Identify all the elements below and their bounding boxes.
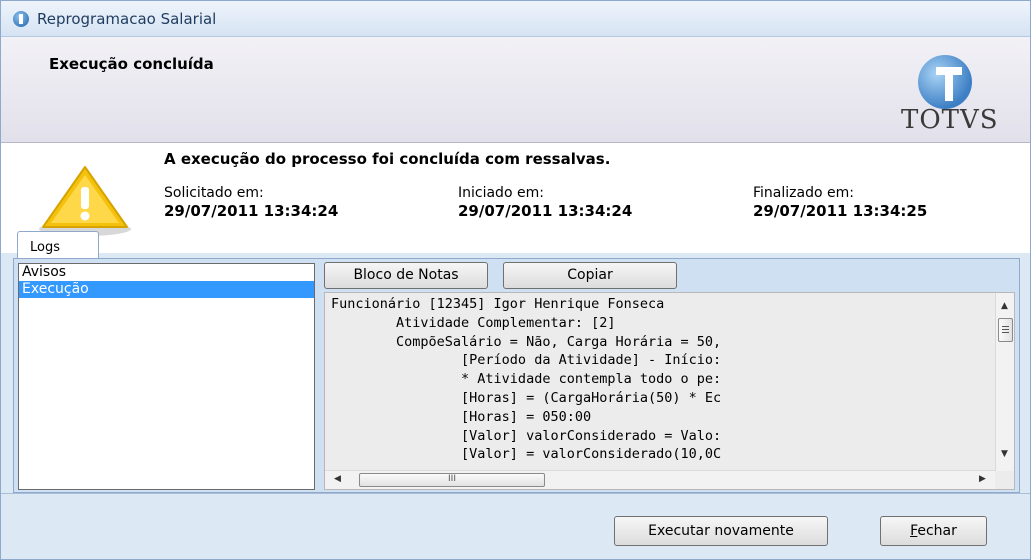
vertical-scrollbar[interactable]: ▲ ▼ [995, 293, 1014, 471]
log-type-list[interactable]: Avisos Execução [18, 263, 315, 490]
header-band: Execução concluída [1, 37, 1030, 143]
requested-value: 29/07/2011 13:34:24 [164, 202, 339, 220]
window-title: Reprogramacao Salarial [37, 10, 217, 28]
horizontal-scrollbar[interactable]: ◀ III ▶ [325, 470, 995, 489]
rerun-button[interactable]: Executar novamente [614, 516, 828, 546]
started-label: Iniciado em: [458, 185, 544, 201]
finished-label: Finalizado em: [753, 185, 854, 201]
log-line: [Horas] = (CargaHorária(50) * Ec [331, 389, 722, 406]
horizontal-scroll-thumb[interactable]: III [359, 473, 545, 487]
log-type-item-execucao[interactable]: Execução [19, 281, 314, 298]
log-line: [Valor] = valorConsiderado(10,0C [331, 446, 722, 463]
header-title: Execução concluída [49, 55, 214, 73]
started-info: Iniciado em: 29/07/2011 13:34:24 [458, 185, 632, 220]
vertical-scroll-thumb[interactable] [998, 318, 1013, 342]
app-icon [13, 11, 29, 27]
scroll-right-icon[interactable]: ▶ [979, 474, 986, 484]
requested-label: Solicitado em: [164, 185, 264, 201]
close-button[interactable]: Fechar [880, 516, 987, 546]
log-line: Funcionário [12345] Igor Henrique Fonsec… [331, 296, 665, 312]
scroll-left-icon[interactable]: ◀ [334, 474, 341, 484]
copy-button[interactable]: Copiar [503, 262, 677, 289]
log-line: Atividade Complementar: [2] [331, 314, 616, 331]
tab-logs[interactable]: Logs [17, 231, 99, 259]
log-line: [Período da Atividade] - Início: [331, 352, 722, 369]
notepad-button[interactable]: Bloco de Notas [324, 262, 488, 289]
scroll-down-icon[interactable]: ▼ [1001, 449, 1008, 459]
summary-panel: A execução do processo foi concluída com… [1, 143, 1030, 253]
warning-icon [39, 166, 131, 236]
dialog-window: Reprogramacao Salarial Execução concluíd… [0, 0, 1031, 560]
scroll-up-icon[interactable]: ▲ [1001, 301, 1008, 311]
log-line: [Horas] = 050:00 [331, 408, 592, 425]
log-type-item-avisos[interactable]: Avisos [19, 264, 314, 281]
requested-info: Solicitado em: 29/07/2011 13:34:24 [164, 185, 338, 220]
logs-panel: Avisos Execução Bloco de Notas Copiar Fu… [13, 258, 1020, 493]
log-text-area[interactable]: Funcionário [12345] Igor Henrique Fonsec… [324, 292, 1015, 490]
finished-info: Finalizado em: 29/07/2011 13:34:25 [753, 185, 927, 220]
totvs-logo-text: TOTVS [901, 105, 999, 135]
log-line: CompõeSalário = Não, Carga Horária = 50, [331, 333, 722, 350]
title-bar: Reprogramacao Salarial [1, 1, 1030, 37]
started-value: 29/07/2011 13:34:24 [458, 202, 633, 220]
status-message: A execução do processo foi concluída com… [164, 150, 611, 168]
log-lines: Funcionário [12345] Igor Henrique Fonsec… [331, 295, 986, 465]
footer-bar: Executar novamente Fechar [1, 493, 1030, 559]
close-label-rest: echar [917, 523, 957, 539]
log-line: * Atividade contempla todo o pe: [331, 371, 722, 388]
finished-value: 29/07/2011 13:34:25 [753, 202, 928, 220]
log-line: [Valor] valorConsiderado = Valo: [331, 427, 722, 444]
